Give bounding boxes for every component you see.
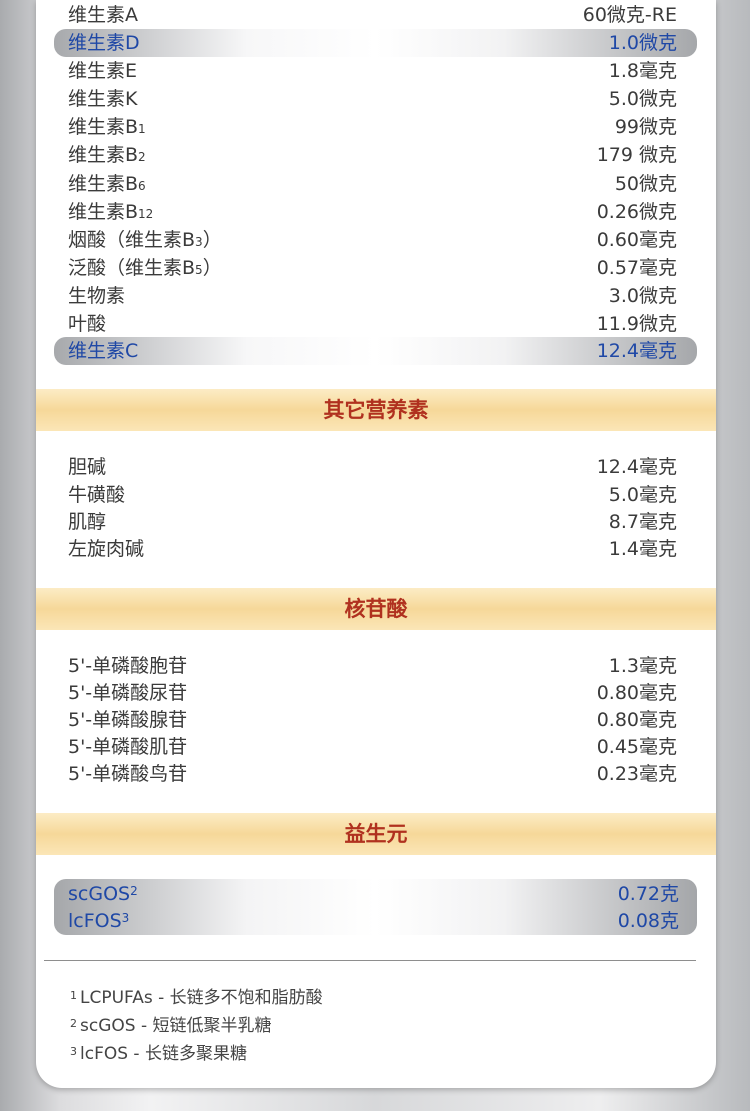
- nutrient-value: 8.7毫克: [608, 511, 677, 533]
- nutrient-label: 维生素C: [68, 340, 139, 362]
- nutrient-label: 肌醇: [68, 511, 107, 533]
- nutrient-row: 维生素K 5.0微克: [54, 85, 697, 113]
- nutrient-row: scGOS2 0.72克: [54, 880, 697, 908]
- nutrient-value: 0.57毫克: [596, 257, 677, 279]
- nutrient-value: 12.4毫克: [596, 456, 677, 478]
- nutrient-label: 维生素D: [68, 32, 140, 54]
- nutrient-value: 0.08克: [617, 910, 679, 932]
- nutrient-value: 0.60毫克: [596, 229, 677, 251]
- nutrient-label: 牛磺酸: [68, 484, 126, 506]
- nutrient-label: 生物素: [68, 285, 126, 307]
- nutrient-value: 99微克: [614, 116, 677, 138]
- nutrient-row: 烟酸（维生素B3） 0.60毫克: [54, 226, 697, 254]
- section-header-nucleotides: 核苷酸: [36, 588, 716, 630]
- nutrient-value: 1.3毫克: [608, 655, 677, 677]
- nutrient-value: 5.0微克: [608, 88, 677, 110]
- nutrient-label: 胆碱: [68, 456, 107, 478]
- nutrient-label: scGOS2: [68, 883, 138, 905]
- nutrient-row: 5'-单磷酸腺苷 0.80毫克: [54, 706, 697, 734]
- nutrient-row: 胆碱 12.4毫克: [54, 453, 697, 481]
- nutrient-row: 泛酸（维生素B5） 0.57毫克: [54, 254, 697, 282]
- nutrient-label: 维生素B1: [68, 116, 146, 138]
- nutrient-value: 0.26微克: [596, 201, 677, 223]
- nutrient-label: 维生素E: [68, 60, 138, 82]
- nutrient-row: 维生素B12 0.26微克: [54, 198, 697, 226]
- nutrient-label: 5'-单磷酸肌苷: [68, 736, 188, 758]
- nutrient-value: 0.45毫克: [596, 736, 677, 758]
- nutrient-label: 叶酸: [68, 313, 107, 335]
- nutrient-label: 维生素B2: [68, 144, 146, 166]
- nutrient-value: 179 微克: [596, 144, 677, 166]
- nutrient-label: 维生素K: [68, 88, 138, 110]
- nutrient-value: 0.80毫克: [596, 709, 677, 731]
- nutrient-value: 0.72克: [617, 883, 679, 905]
- section-header-other-nutrients: 其它营养素: [36, 389, 716, 431]
- nutrient-row: 5'-单磷酸尿苷 0.80毫克: [54, 679, 697, 707]
- nutrient-label: 左旋肉碱: [68, 538, 145, 560]
- nutrient-label: 维生素B12: [68, 201, 154, 223]
- nutrient-value: 1.4毫克: [608, 538, 677, 560]
- nutrient-row: 5'-单磷酸鸟苷 0.23毫克: [54, 760, 697, 788]
- nutrient-value: 0.23毫克: [596, 763, 677, 785]
- nutrient-row: 维生素B2 179 微克: [54, 141, 697, 169]
- nutrient-row-highlight: 维生素D 1.0微克: [54, 29, 697, 57]
- nutrient-value: 5.0毫克: [608, 484, 677, 506]
- nutrient-value: 50微克: [614, 173, 677, 195]
- nutrient-value: 1.0微克: [608, 32, 677, 54]
- nutrient-row-highlight: 维生素C 12.4毫克: [54, 337, 697, 365]
- nutrient-label: 5'-单磷酸鸟苷: [68, 763, 188, 785]
- nutrient-label: 5'-单磷酸尿苷: [68, 682, 188, 704]
- footnote-divider: [44, 960, 696, 961]
- nutrient-value: 60微克-RE: [582, 4, 677, 26]
- nutrient-row: 维生素A 60微克-RE: [54, 1, 697, 29]
- section-header-prebiotics: 益生元: [36, 813, 716, 855]
- nutrient-value: 1.8毫克: [608, 60, 677, 82]
- nutrient-label: 5'-单磷酸胞苷: [68, 655, 188, 677]
- footnote: 3 lcFOS - 长链多聚果糖: [70, 1044, 247, 1064]
- nutrient-value: 12.4毫克: [596, 340, 677, 362]
- nutrient-row: 左旋肉碱 1.4毫克: [54, 535, 697, 563]
- nutrient-value: 0.80毫克: [596, 682, 677, 704]
- nutrient-row: lcFOS3 0.08克: [54, 907, 697, 935]
- footnote: 2 scGOS - 短链低聚半乳糖: [70, 1016, 272, 1036]
- nutrient-row: 肌醇 8.7毫克: [54, 508, 697, 536]
- nutrient-label: 维生素A: [68, 4, 138, 26]
- nutrient-value: 11.9微克: [596, 313, 677, 335]
- nutrient-value: 3.0微克: [608, 285, 677, 307]
- footnote: 1 LCPUFAs - 长链多不饱和脂肪酸: [70, 988, 323, 1008]
- nutrient-label: 烟酸（维生素B3）: [68, 229, 222, 251]
- nutrient-label: lcFOS3: [68, 910, 130, 932]
- nutrient-label: 5'-单磷酸腺苷: [68, 709, 188, 731]
- nutrient-row: 牛磺酸 5.0毫克: [54, 481, 697, 509]
- nutrient-label: 维生素B6: [68, 173, 146, 195]
- nutrient-row: 维生素E 1.8毫克: [54, 57, 697, 85]
- nutrient-row: 5'-单磷酸胞苷 1.3毫克: [54, 652, 697, 680]
- nutrient-row: 维生素B6 50微克: [54, 170, 697, 198]
- nutrient-label: 泛酸（维生素B5）: [68, 257, 222, 279]
- nutrient-row: 生物素 3.0微克: [54, 282, 697, 310]
- nutrient-row: 5'-单磷酸肌苷 0.45毫克: [54, 733, 697, 761]
- nutrient-row: 叶酸 11.9微克: [54, 310, 697, 338]
- nutrient-row: 维生素B1 99微克: [54, 113, 697, 141]
- prebiotics-box: scGOS2 0.72克 lcFOS3 0.08克: [54, 879, 697, 935]
